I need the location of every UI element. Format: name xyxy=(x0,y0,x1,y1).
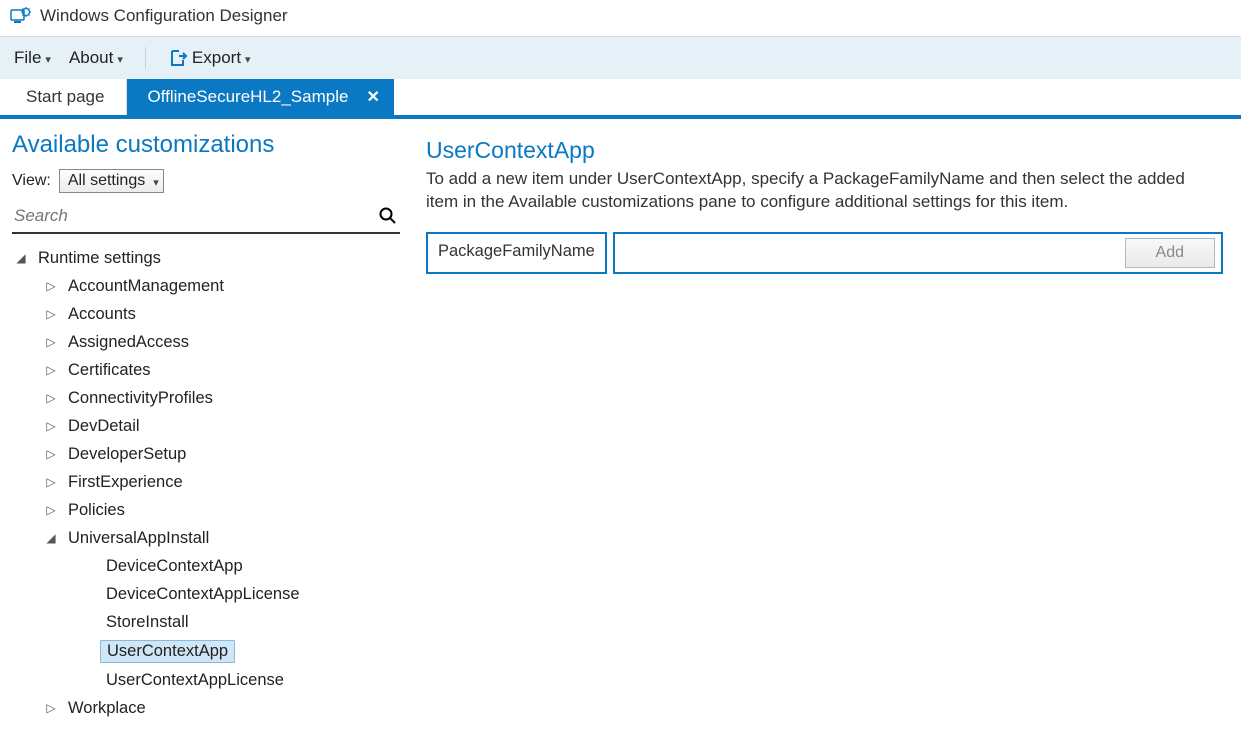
available-customizations-heading: Available customizations xyxy=(12,131,400,159)
menu-divider xyxy=(145,47,146,69)
left-pane: Available customizations View: All setti… xyxy=(0,119,410,718)
title-bar: Windows Configuration Designer xyxy=(0,0,1241,36)
field-strip: PackageFamilyName Add xyxy=(426,232,1223,274)
tab-strip: Start page OfflineSecureHL2_Sample ✕ xyxy=(0,79,1241,119)
tree-universalappinstall[interactable]: ◢ UniversalAppInstall xyxy=(12,524,400,552)
tree-accountmanagement[interactable]: ▷ AccountManagement xyxy=(12,272,400,300)
view-row: View: All settings ▾ xyxy=(12,169,400,193)
tab-project[interactable]: OfflineSecureHL2_Sample ✕ xyxy=(127,79,393,115)
export-icon xyxy=(168,48,188,68)
field-label: PackageFamilyName xyxy=(426,232,607,274)
tree-connectivityprofiles[interactable]: ▷ ConnectivityProfiles xyxy=(12,384,400,412)
expand-icon[interactable]: ▷ xyxy=(44,279,58,293)
chevron-down-icon: ▾ xyxy=(245,53,251,66)
menu-file[interactable]: File ▾ xyxy=(14,48,51,68)
menu-about[interactable]: About ▾ xyxy=(69,48,123,68)
search-input[interactable] xyxy=(14,206,378,226)
field-input-wrap: Add xyxy=(613,232,1223,274)
expand-icon[interactable]: ▷ xyxy=(44,701,58,715)
tree-devicecontextapplicense[interactable]: ▷ DeviceContextAppLicense xyxy=(12,580,400,608)
tab-start-page[interactable]: Start page xyxy=(4,79,127,115)
add-button[interactable]: Add xyxy=(1125,238,1215,268)
tree-certificates[interactable]: ▷ Certificates xyxy=(12,356,400,384)
expand-icon[interactable]: ▷ xyxy=(44,391,58,405)
collapse-icon[interactable]: ◢ xyxy=(14,251,28,265)
expand-icon[interactable]: ▷ xyxy=(44,419,58,433)
detail-description: To add a new item under UserContextApp, … xyxy=(426,168,1216,214)
menu-bar: File ▾ About ▾ Export ▾ xyxy=(0,37,1241,79)
tab-project-label: OfflineSecureHL2_Sample xyxy=(147,87,348,107)
tree-usercontextapplicense[interactable]: ▷ UserContextAppLicense xyxy=(12,666,400,694)
view-label: View: xyxy=(12,172,51,190)
tree-runtime-settings[interactable]: ◢ Runtime settings xyxy=(12,244,400,272)
tree-policies[interactable]: ▷ Policies xyxy=(12,496,400,524)
tree-accounts[interactable]: ▷ Accounts xyxy=(12,300,400,328)
menu-about-label: About xyxy=(69,48,113,68)
expand-icon[interactable]: ▷ xyxy=(44,447,58,461)
settings-tree: ◢ Runtime settings ▷ AccountManagement ▷… xyxy=(12,244,400,718)
view-select[interactable]: All settings ▾ xyxy=(59,169,164,193)
view-select-value: All settings xyxy=(68,172,145,190)
tree-assignedaccess[interactable]: ▷ AssignedAccess xyxy=(12,328,400,356)
chevron-down-icon: ▾ xyxy=(153,176,159,189)
tree-devicecontextapp[interactable]: ▷ DeviceContextApp xyxy=(12,552,400,580)
expand-icon[interactable]: ▷ xyxy=(44,363,58,377)
packagefamilyname-input[interactable] xyxy=(623,244,1117,262)
collapse-icon[interactable]: ◢ xyxy=(44,531,58,545)
tree-workplace[interactable]: ▷ Workplace xyxy=(12,694,400,718)
expand-icon[interactable]: ▷ xyxy=(44,335,58,349)
tree-devdetail[interactable]: ▷ DevDetail xyxy=(12,412,400,440)
expand-icon[interactable]: ▷ xyxy=(44,307,58,321)
workspace: Available customizations View: All setti… xyxy=(0,119,1241,718)
tree-storeinstall[interactable]: ▷ StoreInstall xyxy=(12,608,400,636)
detail-pane: UserContextApp To add a new item under U… xyxy=(410,119,1241,718)
search-wrap xyxy=(12,205,400,234)
expand-icon[interactable]: ▷ xyxy=(44,475,58,489)
tree-developersetup[interactable]: ▷ DeveloperSetup xyxy=(12,440,400,468)
menu-export[interactable]: Export ▾ xyxy=(168,48,251,68)
search-icon[interactable] xyxy=(378,206,398,226)
close-icon[interactable]: ✕ xyxy=(366,87,379,107)
expand-icon[interactable]: ▷ xyxy=(44,503,58,517)
chevron-down-icon: ▾ xyxy=(117,53,123,66)
app-icon xyxy=(10,6,32,26)
tree-firstexperience[interactable]: ▷ FirstExperience xyxy=(12,468,400,496)
tree-usercontextapp[interactable]: ▷ UserContextApp xyxy=(12,636,400,666)
chevron-down-icon: ▾ xyxy=(45,53,51,66)
menu-file-label: File xyxy=(14,48,41,68)
menu-export-label: Export xyxy=(192,48,241,68)
app-title: Windows Configuration Designer xyxy=(40,6,288,26)
detail-heading: UserContextApp xyxy=(426,137,1223,164)
